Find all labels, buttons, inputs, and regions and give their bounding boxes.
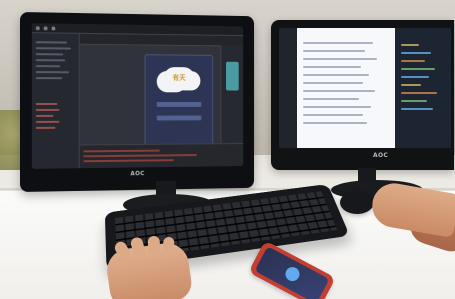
document-line	[303, 50, 365, 52]
document-line	[303, 98, 359, 100]
second-monitor-sidebar	[279, 28, 297, 148]
document-line	[303, 106, 371, 108]
workspace-photo: 有天 AOC AOC	[0, 0, 455, 299]
code-line	[401, 108, 433, 110]
editor-tab-strip	[79, 33, 244, 47]
username-input	[156, 102, 202, 107]
document-line	[303, 114, 363, 116]
design-side-panel	[220, 45, 244, 144]
document-line	[303, 66, 361, 68]
app-icon	[283, 264, 302, 284]
code-panel	[395, 28, 451, 148]
code-line	[401, 44, 419, 46]
code-line	[401, 92, 437, 94]
code-line	[401, 60, 425, 62]
project-tree-row	[35, 65, 61, 68]
document-line	[303, 74, 369, 76]
cloud-logo-icon: 有天	[163, 67, 195, 91]
document-line	[303, 82, 363, 84]
main-monitor-screen: 有天	[31, 23, 244, 169]
document-line	[303, 58, 377, 60]
document-line	[303, 122, 367, 124]
project-sidebar	[31, 33, 80, 169]
code-line	[401, 52, 431, 54]
preview-title: 有天	[172, 73, 186, 82]
editor-area: 有天	[79, 33, 244, 169]
document-line	[303, 90, 375, 92]
project-tree-row	[35, 71, 70, 74]
second-monitor: AOC	[271, 20, 454, 170]
build-log-panel	[79, 143, 244, 169]
finger	[162, 236, 175, 254]
window-dot-icon	[43, 25, 48, 30]
code-line	[401, 76, 429, 78]
window-dot-icon	[35, 25, 40, 30]
log-line	[83, 154, 197, 158]
project-tree-row	[35, 108, 60, 111]
project-tree-row	[35, 53, 64, 56]
main-monitor: 有天 AOC	[20, 12, 255, 192]
project-tree-row	[35, 102, 58, 105]
project-tree-row	[35, 41, 68, 44]
document-line	[303, 42, 373, 44]
project-tree-row	[35, 126, 56, 129]
project-tree-row	[35, 59, 66, 62]
log-line	[83, 149, 160, 153]
project-tree-row	[35, 120, 60, 123]
code-line	[401, 100, 427, 102]
finger	[147, 235, 161, 256]
code-line	[401, 84, 421, 86]
project-tree-row	[35, 114, 54, 117]
teal-preview-thumb	[226, 61, 239, 91]
second-monitor-screen	[279, 28, 451, 148]
password-input	[156, 115, 202, 121]
mouse	[340, 191, 374, 214]
monitor-brand: AOC	[373, 152, 389, 159]
monitor-brand: AOC	[130, 170, 145, 178]
project-tree-row	[35, 77, 63, 80]
window-dot-icon	[51, 25, 56, 31]
log-line	[83, 159, 174, 163]
project-tree-row	[35, 47, 71, 50]
code-line	[401, 68, 435, 70]
left-hand	[104, 235, 194, 299]
